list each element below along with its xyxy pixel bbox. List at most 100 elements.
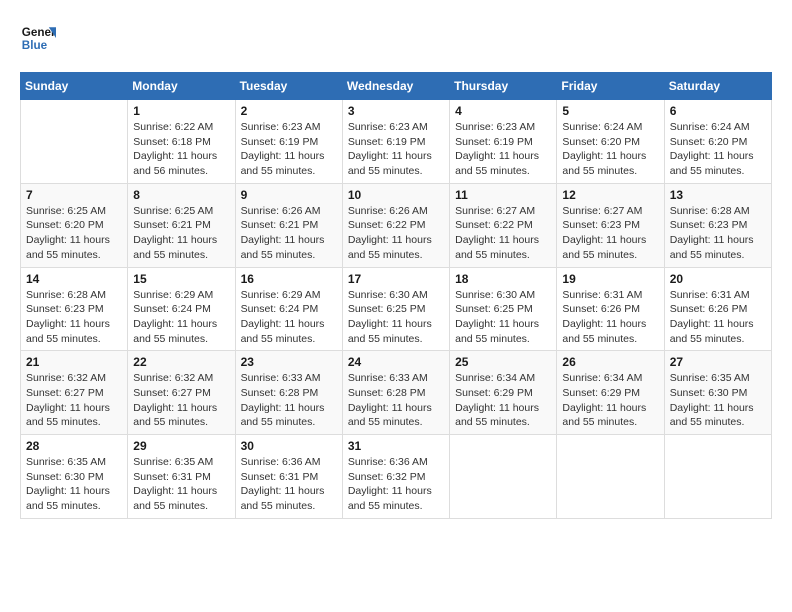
day-number: 2: [241, 104, 337, 118]
day-number: 13: [670, 188, 766, 202]
calendar-cell: 9Sunrise: 6:26 AMSunset: 6:21 PMDaylight…: [235, 183, 342, 267]
weekday-header-tuesday: Tuesday: [235, 73, 342, 100]
day-info: Sunrise: 6:33 AMSunset: 6:28 PMDaylight:…: [348, 371, 444, 430]
day-info: Sunrise: 6:25 AMSunset: 6:20 PMDaylight:…: [26, 204, 122, 263]
day-number: 30: [241, 439, 337, 453]
logo: General Blue: [20, 20, 60, 56]
day-number: 27: [670, 355, 766, 369]
calendar-cell: 6 Sunrise: 6:24 AMSunset: 6:20 PMDaylight…: [664, 100, 771, 184]
day-info: Sunrise: 6:30 AMSunset: 6:25 PMDaylight:…: [348, 288, 444, 347]
day-number: 21: [26, 355, 122, 369]
calendar-week-3: 14 Sunrise: 6:28 AMSunset: 6:23 PMDayligh…: [21, 267, 772, 351]
calendar-cell: 23 Sunrise: 6:33 AMSunset: 6:28 PMDayligh…: [235, 351, 342, 435]
calendar-cell: 2 Sunrise: 6:23 AMSunset: 6:19 PMDaylight…: [235, 100, 342, 184]
calendar-cell: 12Sunrise: 6:27 AMSunset: 6:23 PMDayligh…: [557, 183, 664, 267]
day-number: 11: [455, 188, 551, 202]
calendar-cell: 17 Sunrise: 6:30 AMSunset: 6:25 PMDayligh…: [342, 267, 449, 351]
day-number: 15: [133, 272, 229, 286]
day-info: Sunrise: 6:28 AMSunset: 6:23 PMDaylight:…: [670, 204, 766, 263]
day-info: Sunrise: 6:35 AMSunset: 6:31 PMDaylight:…: [133, 455, 229, 514]
day-info: Sunrise: 6:36 AMSunset: 6:32 PMDaylight:…: [348, 455, 444, 514]
day-number: 8: [133, 188, 229, 202]
day-number: 23: [241, 355, 337, 369]
weekday-header-sunday: Sunday: [21, 73, 128, 100]
calendar-cell: 7 Sunrise: 6:25 AMSunset: 6:20 PMDaylight…: [21, 183, 128, 267]
day-info: Sunrise: 6:32 AMSunset: 6:27 PMDaylight:…: [133, 371, 229, 430]
day-info: Sunrise: 6:23 AMSunset: 6:19 PMDaylight:…: [241, 120, 337, 179]
calendar-cell: [21, 100, 128, 184]
day-number: 20: [670, 272, 766, 286]
day-number: 5: [562, 104, 658, 118]
day-info: Sunrise: 6:30 AMSunset: 6:25 PMDaylight:…: [455, 288, 551, 347]
calendar-cell: 31 Sunrise: 6:36 AMSunset: 6:32 PMDayligh…: [342, 435, 449, 519]
svg-text:Blue: Blue: [22, 39, 48, 52]
calendar-cell: 28 Sunrise: 6:35 AMSunset: 6:30 PMDayligh…: [21, 435, 128, 519]
day-info: Sunrise: 6:35 AMSunset: 6:30 PMDaylight:…: [670, 371, 766, 430]
day-number: 26: [562, 355, 658, 369]
day-number: 1: [133, 104, 229, 118]
weekday-header-saturday: Saturday: [664, 73, 771, 100]
weekday-header-friday: Friday: [557, 73, 664, 100]
calendar-cell: 27 Sunrise: 6:35 AMSunset: 6:30 PMDayligh…: [664, 351, 771, 435]
calendar-cell: 21Sunrise: 6:32 AMSunset: 6:27 PMDayligh…: [21, 351, 128, 435]
day-info: Sunrise: 6:31 AMSunset: 6:26 PMDaylight:…: [670, 288, 766, 347]
day-info: Sunrise: 6:23 AMSunset: 6:19 PMDaylight:…: [348, 120, 444, 179]
calendar-cell: 22 Sunrise: 6:32 AMSunset: 6:27 PMDayligh…: [128, 351, 235, 435]
day-number: 28: [26, 439, 122, 453]
weekday-header-wednesday: Wednesday: [342, 73, 449, 100]
day-info: Sunrise: 6:24 AMSunset: 6:20 PMDaylight:…: [670, 120, 766, 179]
day-info: Sunrise: 6:26 AMSunset: 6:22 PMDaylight:…: [348, 204, 444, 263]
calendar-cell: 13 Sunrise: 6:28 AMSunset: 6:23 PMDayligh…: [664, 183, 771, 267]
day-info: Sunrise: 6:27 AMSunset: 6:22 PMDaylight:…: [455, 204, 551, 263]
day-info: Sunrise: 6:22 AMSunset: 6:18 PMDaylight:…: [133, 120, 229, 179]
calendar-cell: 1 Sunrise: 6:22 AMSunset: 6:18 PMDaylight…: [128, 100, 235, 184]
calendar-week-5: 28 Sunrise: 6:35 AMSunset: 6:30 PMDayligh…: [21, 435, 772, 519]
day-number: 10: [348, 188, 444, 202]
day-number: 6: [670, 104, 766, 118]
day-number: 31: [348, 439, 444, 453]
day-number: 7: [26, 188, 122, 202]
calendar-cell: 11 Sunrise: 6:27 AMSunset: 6:22 PMDayligh…: [450, 183, 557, 267]
day-number: 25: [455, 355, 551, 369]
day-info: Sunrise: 6:29 AMSunset: 6:24 PMDaylight:…: [133, 288, 229, 347]
calendar-cell: 14 Sunrise: 6:28 AMSunset: 6:23 PMDayligh…: [21, 267, 128, 351]
calendar-cell: 29 Sunrise: 6:35 AMSunset: 6:31 PMDayligh…: [128, 435, 235, 519]
day-info: Sunrise: 6:33 AMSunset: 6:28 PMDaylight:…: [241, 371, 337, 430]
day-number: 9: [241, 188, 337, 202]
day-number: 19: [562, 272, 658, 286]
weekday-header-row: SundayMondayTuesdayWednesdayThursdayFrid…: [21, 73, 772, 100]
day-number: 17: [348, 272, 444, 286]
calendar-body: 1 Sunrise: 6:22 AMSunset: 6:18 PMDaylight…: [21, 100, 772, 519]
calendar-cell: [664, 435, 771, 519]
day-number: 24: [348, 355, 444, 369]
calendar-week-4: 21 Sunrise: 6:32 AMSunset: 6:27 PMDayligh…: [21, 351, 772, 435]
calendar-cell: 8 Sunrise: 6:25 AMSunset: 6:21 PMDaylight…: [128, 183, 235, 267]
calendar-cell: 16 Sunrise: 6:29 AMSunset: 6:24 PMDayligh…: [235, 267, 342, 351]
calendar-cell: 4Sunrise: 6:23 AMSunset: 6:19 PMDaylight…: [450, 100, 557, 184]
day-number: 22: [133, 355, 229, 369]
calendar-cell: 3 Sunrise: 6:23 AMSunset: 6:19 PMDaylight…: [342, 100, 449, 184]
weekday-header-monday: Monday: [128, 73, 235, 100]
day-info: Sunrise: 6:23 AMSunset: 6:19 PMDaylight:…: [455, 120, 551, 179]
calendar-cell: 20 Sunrise: 6:31 AMSunset: 6:26 PMDayligh…: [664, 267, 771, 351]
day-info: Sunrise: 6:35 AMSunset: 6:30 PMDaylight:…: [26, 455, 122, 514]
day-info: Sunrise: 6:29 AMSunset: 6:24 PMDaylight:…: [241, 288, 337, 347]
calendar-cell: 24 Sunrise: 6:33 AMSunset: 6:28 PMDayligh…: [342, 351, 449, 435]
calendar-cell: 15 Sunrise: 6:29 AMSunset: 6:24 PMDayligh…: [128, 267, 235, 351]
day-number: 29: [133, 439, 229, 453]
day-number: 16: [241, 272, 337, 286]
calendar-week-2: 7 Sunrise: 6:25 AMSunset: 6:20 PMDaylight…: [21, 183, 772, 267]
day-number: 14: [26, 272, 122, 286]
calendar-cell: [557, 435, 664, 519]
day-info: Sunrise: 6:28 AMSunset: 6:23 PMDaylight:…: [26, 288, 122, 347]
calendar-header: SundayMondayTuesdayWednesdayThursdayFrid…: [21, 73, 772, 100]
day-number: 3: [348, 104, 444, 118]
day-info: Sunrise: 6:25 AMSunset: 6:21 PMDaylight:…: [133, 204, 229, 263]
day-number: 18: [455, 272, 551, 286]
page-header: General Blue: [20, 20, 772, 56]
day-number: 12: [562, 188, 658, 202]
day-info: Sunrise: 6:24 AMSunset: 6:20 PMDaylight:…: [562, 120, 658, 179]
day-info: Sunrise: 6:36 AMSunset: 6:31 PMDaylight:…: [241, 455, 337, 514]
calendar-cell: [450, 435, 557, 519]
day-info: Sunrise: 6:34 AMSunset: 6:29 PMDaylight:…: [562, 371, 658, 430]
